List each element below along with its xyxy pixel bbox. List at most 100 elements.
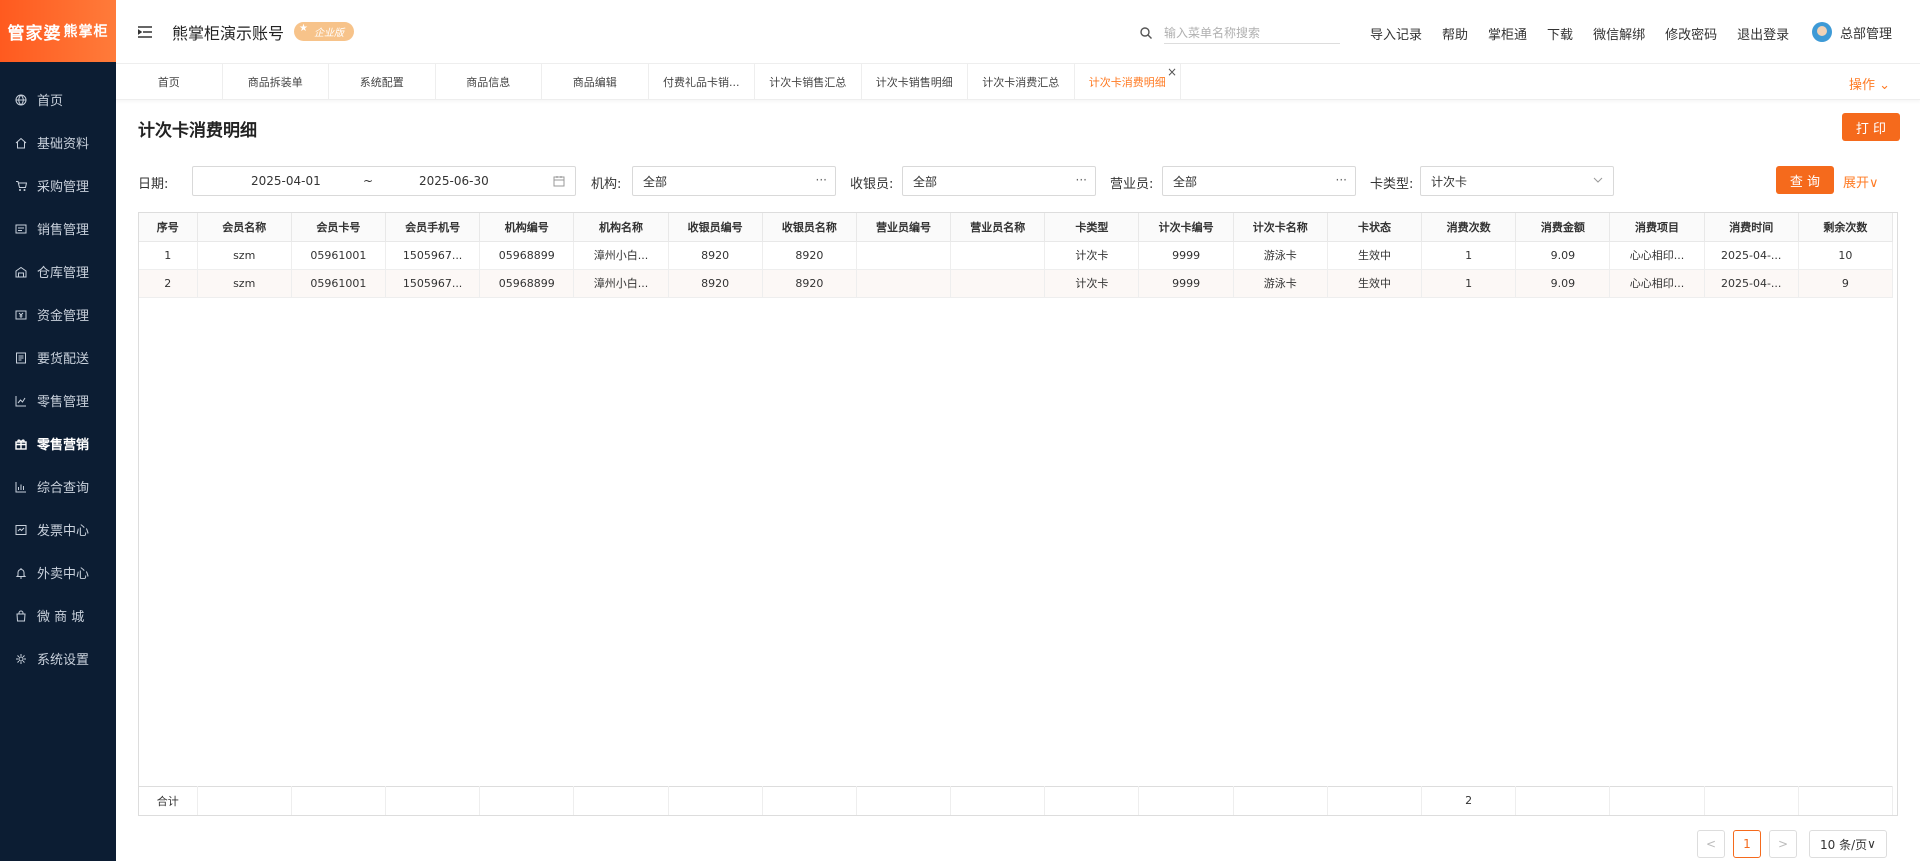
page-number-button[interactable]: 1	[1733, 830, 1761, 858]
column-header[interactable]: 收银员编号	[668, 213, 763, 242]
table-cell: 05961001	[291, 269, 386, 298]
column-header[interactable]: 会员卡号	[291, 213, 386, 242]
search-icon	[1140, 27, 1152, 39]
tab-label: 计次卡销售汇总	[769, 76, 847, 89]
sidebar-item-label: 外卖中心	[37, 567, 90, 582]
close-icon[interactable]: ×	[1167, 65, 1177, 79]
top-link[interactable]: 微信解绑	[1593, 24, 1645, 43]
table-cell: 05968899	[479, 241, 575, 270]
sidebar-item[interactable]: 仓库管理	[0, 250, 116, 293]
tab[interactable]: 计次卡销售明细	[862, 64, 968, 100]
tab[interactable]: 商品拆装单	[223, 64, 329, 100]
top-link[interactable]: 导入记录	[1370, 24, 1422, 43]
sidebar-item[interactable]: 零售管理	[0, 379, 116, 422]
column-header[interactable]: 卡类型	[1044, 213, 1140, 242]
page-size-select[interactable]: 10 条/页 ∨	[1809, 830, 1887, 858]
sidebar-item[interactable]: 系统设置	[0, 637, 116, 680]
table-cell: 生效中	[1327, 269, 1423, 298]
sidebar-item[interactable]: 发票中心	[0, 508, 116, 551]
card-type-select[interactable]: 计次卡	[1420, 166, 1614, 196]
table-cell: 05968899	[479, 269, 575, 298]
column-header[interactable]: 计次卡编号	[1138, 213, 1234, 242]
sidebar-item[interactable]: 首页	[0, 78, 116, 121]
column-header[interactable]: 序号	[139, 213, 198, 242]
sidebar-item-label: 要货配送	[37, 352, 90, 367]
column-header[interactable]: 会员名称	[197, 213, 292, 242]
bar-chart-icon	[14, 480, 28, 494]
sidebar-item[interactable]: 微 商 城	[0, 594, 116, 637]
bell-icon	[14, 566, 28, 580]
date-end: 2025-06-30	[419, 174, 489, 188]
total-cell	[1515, 785, 1611, 815]
operations-dropdown[interactable]: 操作 ⌄	[1849, 74, 1890, 93]
tab-label: 计次卡销售明细	[875, 76, 953, 89]
top-link[interactable]: 下载	[1547, 24, 1573, 43]
column-header[interactable]: 卡状态	[1327, 213, 1423, 242]
sidebar-item[interactable]: 采购管理	[0, 164, 116, 207]
total-cell	[1798, 785, 1894, 815]
column-header[interactable]: 剩余次数	[1798, 213, 1894, 242]
top-link[interactable]: 修改密码	[1665, 24, 1717, 43]
sales-select[interactable]: 全部 ···	[1162, 166, 1356, 196]
column-header[interactable]: 收银员名称	[762, 213, 857, 242]
logo: 管家婆 熊掌柜	[0, 0, 116, 62]
column-header[interactable]: 营业员名称	[950, 213, 1046, 242]
pagination: < 1 > 10 条/页 ∨	[1697, 830, 1887, 858]
operations-label: 操作	[1848, 78, 1875, 93]
tab[interactable]: 首页	[116, 64, 223, 100]
query-button[interactable]: 查 询	[1776, 166, 1834, 194]
menu-toggle-icon[interactable]	[138, 25, 152, 38]
table-row[interactable]: 1 szm 05961001 1505967... 05968899 漳州小白... 892…	[139, 241, 1894, 270]
tab[interactable]: 付费礼品卡销...	[649, 64, 755, 100]
tab[interactable]: 商品信息	[436, 64, 542, 100]
column-header[interactable]: 会员手机号	[385, 213, 481, 242]
sidebar-item[interactable]: 综合查询	[0, 465, 116, 508]
tab[interactable]: 计次卡消费明细 ×	[1075, 64, 1181, 100]
column-header[interactable]: 机构名称	[573, 213, 669, 242]
sidebar-item[interactable]: 要货配送	[0, 336, 116, 379]
sidebar-item[interactable]: 外卖中心	[0, 551, 116, 594]
sidebar-item[interactable]: 资金管理	[0, 293, 116, 336]
sidebar-item[interactable]: 销售管理	[0, 207, 116, 250]
sidebar-item[interactable]: 基础资料	[0, 121, 116, 164]
column-header[interactable]: 消费项目	[1609, 213, 1705, 242]
next-page-button[interactable]: >	[1769, 830, 1797, 858]
user-menu[interactable]: 总部管理	[1812, 22, 1892, 42]
tab[interactable]: 系统配置	[329, 64, 436, 100]
table-cell: 计次卡	[1044, 269, 1140, 298]
table-row[interactable]: 2 szm 05961001 1505967... 05968899 漳州小白... 892…	[139, 269, 1894, 298]
total-cell	[385, 785, 481, 815]
tab[interactable]: 计次卡消费汇总	[968, 64, 1075, 100]
column-header[interactable]: 消费次数	[1421, 213, 1517, 242]
user-name: 总部管理	[1840, 26, 1893, 42]
table-cell: 1	[1421, 241, 1517, 270]
top-link[interactable]: 退出登录	[1737, 24, 1789, 43]
top-link[interactable]: 帮助	[1442, 24, 1468, 43]
menu-search-input[interactable]	[1164, 22, 1340, 44]
card-type-value: 计次卡	[1431, 174, 1468, 189]
expand-toggle[interactable]: 展开∨	[1843, 172, 1879, 191]
column-header[interactable]: 计次卡名称	[1233, 213, 1328, 242]
print-button[interactable]: 打 印	[1842, 113, 1900, 141]
tab[interactable]: 计次卡销售汇总	[755, 64, 862, 100]
total-row: 合计 2	[139, 785, 1894, 815]
column-header[interactable]: 机构编号	[479, 213, 575, 242]
prev-page-button[interactable]: <	[1697, 830, 1725, 858]
top-link[interactable]: 掌柜通	[1488, 24, 1527, 43]
tab-bar: 首页 商品拆装单 系统配置 商品信息 商品编辑 付费礼品卡销... 计次卡销售汇总 计次卡销售…	[116, 64, 1920, 100]
total-cell: 合计	[139, 785, 198, 815]
date-range-picker[interactable]: 2025-04-01 ~ 2025-06-30	[192, 166, 576, 196]
column-header[interactable]: 消费时间	[1704, 213, 1799, 242]
cashier-value: 全部	[913, 174, 938, 189]
list-icon	[14, 351, 28, 365]
total-cell	[1704, 785, 1799, 815]
org-select[interactable]: 全部 ···	[632, 166, 836, 196]
sidebar-item[interactable]: 零售营销	[0, 422, 116, 465]
cashier-select[interactable]: 全部 ···	[902, 166, 1096, 196]
column-header[interactable]: 消费金额	[1515, 213, 1611, 242]
sidebar-item-label: 基础资料	[37, 137, 90, 152]
globe-icon	[14, 93, 28, 107]
tab[interactable]: 商品编辑	[542, 64, 649, 100]
column-header[interactable]: 营业员编号	[856, 213, 952, 242]
sidebar-item-label: 微 商 城	[37, 610, 85, 625]
